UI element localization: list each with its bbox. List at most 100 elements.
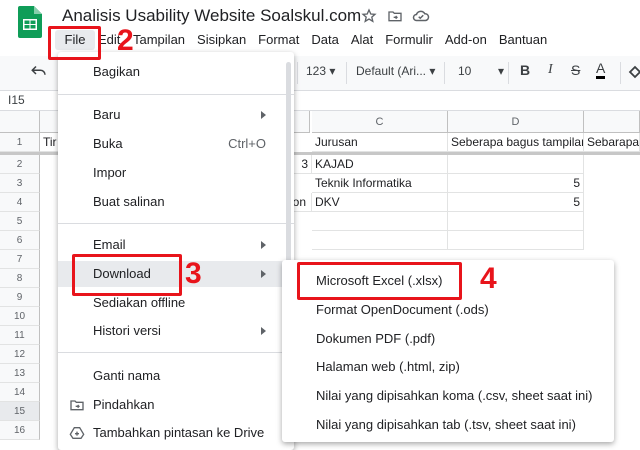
row-header[interactable]: 9 xyxy=(0,288,40,307)
strikethrough-button[interactable]: S xyxy=(571,62,580,78)
drive-shortcut-icon xyxy=(69,425,85,441)
menu-insert[interactable]: Sisipkan xyxy=(191,30,252,50)
row-header-selected[interactable]: 15 xyxy=(0,402,40,421)
row-header[interactable]: 4 xyxy=(0,193,40,212)
menu-scrollbar[interactable] xyxy=(286,62,291,262)
submenu-arrow-icon xyxy=(261,270,266,278)
menu-item-open[interactable]: Buka Ctrl+O xyxy=(58,131,294,157)
menu-item-email-label: Email xyxy=(93,237,126,252)
submenu-arrow-icon xyxy=(261,111,266,119)
cell-d2[interactable] xyxy=(448,155,584,174)
file-menu-dropdown: Bagikan Baru Buka Ctrl+O Impor Buat sali… xyxy=(58,52,294,450)
move-folder-icon xyxy=(69,397,85,413)
menu-view[interactable]: Tampilan xyxy=(127,30,191,50)
menu-item-offline-label: Sediakan offline xyxy=(93,295,186,310)
row-header[interactable]: 1 xyxy=(0,133,40,152)
menu-item-share[interactable]: Bagikan xyxy=(58,59,294,85)
download-tsv-label: Nilai yang dipisahkan tab (.tsv, sheet s… xyxy=(316,417,576,432)
cell-a1[interactable]: Tir xyxy=(40,133,60,152)
cell-c3[interactable]: Teknik Informatika xyxy=(312,174,448,193)
column-header-c[interactable]: C xyxy=(312,111,448,133)
menu-item-move[interactable]: Pindahkan xyxy=(58,392,294,418)
select-all-corner[interactable] xyxy=(0,111,40,133)
menu-item-history-label: Histori versi xyxy=(93,323,161,338)
download-ods[interactable]: Format OpenDocument (.ods) xyxy=(282,296,614,324)
annotation-box-file xyxy=(48,26,101,60)
cell-d5[interactable] xyxy=(448,212,584,231)
menu-item-add-shortcut-label: Tambahkan pintasan ke Drive xyxy=(93,425,265,440)
row-header[interactable]: 10 xyxy=(0,307,40,326)
row-header[interactable]: 2 xyxy=(0,155,40,174)
bold-button[interactable]: B xyxy=(520,62,530,78)
menu-item-add-shortcut[interactable]: Tambahkan pintasan ke Drive xyxy=(58,420,294,446)
menu-data[interactable]: Data xyxy=(305,30,344,50)
cell-d6[interactable] xyxy=(448,231,584,250)
star-icon[interactable] xyxy=(360,7,378,25)
cell-e1[interactable]: Sebarapa xyxy=(584,133,640,152)
menu-item-make-copy[interactable]: Buat salinan xyxy=(58,189,294,215)
menu-item-version-history[interactable]: Histori versi xyxy=(58,318,294,344)
download-ods-label: Format OpenDocument (.ods) xyxy=(316,302,489,317)
row-header[interactable]: 7 xyxy=(0,250,40,269)
font-size-dropdown[interactable]: 10 ▾ xyxy=(458,64,504,78)
row-header[interactable]: 8 xyxy=(0,269,40,288)
download-pdf[interactable]: Dokumen PDF (.pdf) xyxy=(282,325,614,353)
menu-item-move-label: Pindahkan xyxy=(93,397,155,412)
menu-item-import-label: Impor xyxy=(93,165,127,180)
menu-help[interactable]: Bantuan xyxy=(493,30,553,50)
download-csv[interactable]: Nilai yang dipisahkan koma (.csv, sheet … xyxy=(282,382,614,410)
text-color-button[interactable]: A xyxy=(596,60,606,79)
menu-item-new[interactable]: Baru xyxy=(58,102,294,128)
cell-c4[interactable]: DKV xyxy=(312,193,448,212)
download-csv-label: Nilai yang dipisahkan koma (.csv, sheet … xyxy=(316,388,593,403)
menu-forms[interactable]: Formulir xyxy=(379,30,439,50)
row-header[interactable]: 6 xyxy=(0,231,40,250)
sheets-logo-icon[interactable] xyxy=(18,6,42,38)
annotation-step-3: 3 xyxy=(185,257,202,290)
row-header[interactable]: 5 xyxy=(0,212,40,231)
document-title[interactable]: Analisis Usability Website Soalskul.com xyxy=(62,6,361,26)
cloud-status-icon[interactable] xyxy=(412,7,430,25)
column-header-d[interactable]: D xyxy=(448,111,584,133)
row-header[interactable]: 13 xyxy=(0,364,40,383)
italic-button[interactable]: I xyxy=(548,62,553,78)
annotation-box-xlsx xyxy=(297,262,462,300)
download-pdf-label: Dokumen PDF (.pdf) xyxy=(316,331,436,346)
menu-item-rename[interactable]: Ganti nama xyxy=(58,363,294,389)
menu-item-import[interactable]: Impor xyxy=(58,160,294,186)
fill-color-icon[interactable] xyxy=(628,64,640,85)
annotation-box-download xyxy=(72,254,182,296)
row-header[interactable]: 3 xyxy=(0,174,40,193)
download-html-label: Halaman web (.html, zip) xyxy=(316,359,460,374)
cell-d1[interactable]: Seberapa bagus tampilan xyxy=(448,133,584,152)
name-box[interactable]: I15 xyxy=(0,90,50,110)
menu-item-new-label: Baru xyxy=(93,107,121,122)
submenu-arrow-icon xyxy=(261,327,266,335)
font-family-dropdown[interactable]: Default (Ari... ▾ xyxy=(356,64,435,78)
submenu-arrow-icon xyxy=(261,241,266,249)
download-html[interactable]: Halaman web (.html, zip) xyxy=(282,353,614,381)
cell-c2[interactable]: KAJAD xyxy=(312,155,448,174)
undo-icon[interactable] xyxy=(30,63,48,84)
row-header[interactable]: 12 xyxy=(0,345,40,364)
row-header[interactable]: 11 xyxy=(0,326,40,345)
menu-item-share-label: Bagikan xyxy=(93,64,140,79)
menu-format[interactable]: Format xyxy=(252,30,305,50)
menu-addons[interactable]: Add-on xyxy=(439,30,493,50)
move-folder-icon[interactable] xyxy=(386,7,404,25)
cell-d3[interactable]: 5 xyxy=(448,174,584,193)
shortcut-label: Ctrl+O xyxy=(228,136,266,151)
row-header[interactable]: 16 xyxy=(0,421,40,440)
column-header-e[interactable] xyxy=(584,111,640,133)
cell-c5[interactable] xyxy=(312,212,448,231)
cell-d4[interactable]: 5 xyxy=(448,193,584,212)
download-tsv[interactable]: Nilai yang dipisahkan tab (.tsv, sheet s… xyxy=(282,411,614,439)
cell-c1[interactable]: Jurusan xyxy=(312,133,448,152)
annotation-step-2: 2 xyxy=(117,24,134,57)
row-header[interactable]: 14 xyxy=(0,383,40,402)
menu-item-rename-label: Ganti nama xyxy=(93,368,161,383)
menu-item-open-label: Buka xyxy=(93,136,123,151)
menu-tools[interactable]: Alat xyxy=(345,30,379,50)
cell-c6[interactable] xyxy=(312,231,448,250)
number-format-dropdown[interactable]: 123 ▾ xyxy=(306,64,335,78)
